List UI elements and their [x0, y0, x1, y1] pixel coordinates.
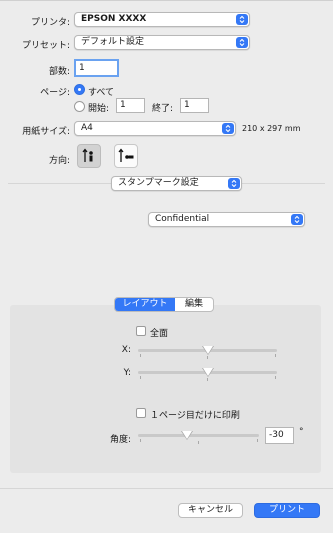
- landscape-person-icon: [118, 148, 134, 162]
- cancel-button[interactable]: キャンセル: [178, 503, 243, 518]
- slider-tick: [275, 376, 276, 379]
- orientation-landscape-button[interactable]: [114, 144, 138, 168]
- slider-tick: [275, 354, 276, 357]
- slider-tick: [140, 354, 141, 357]
- tab-edit[interactable]: 編集: [175, 298, 213, 311]
- y-slider-thumb[interactable]: [203, 368, 213, 376]
- pages-label: ページ:: [40, 88, 70, 98]
- slider-tick: [140, 439, 141, 442]
- printer-popup[interactable]: EPSON XXXX: [74, 12, 250, 27]
- chevron-updown-icon: [228, 178, 240, 189]
- slider-tick: [207, 378, 208, 381]
- print-button[interactable]: プリント: [254, 503, 320, 518]
- pages-all-label: すべて: [88, 88, 115, 98]
- paper-size-value: A4: [81, 123, 93, 133]
- pages-from-field[interactable]: 1: [116, 98, 145, 113]
- chevron-updown-icon: [222, 123, 234, 134]
- portrait-person-icon: [82, 148, 93, 162]
- slider-tick: [257, 439, 258, 442]
- first-page-only-checkbox[interactable]: [136, 408, 146, 418]
- paper-size-popup[interactable]: A4: [74, 121, 236, 136]
- tab-bar: レイアウト 編集: [114, 297, 214, 312]
- stamp-type-value: Confidential: [155, 214, 210, 224]
- printer-value: EPSON XXXX: [81, 14, 147, 24]
- pages-range-radio[interactable]: [74, 101, 85, 112]
- preset-label: プリセット:: [21, 41, 70, 51]
- stamp-type-popup[interactable]: Confidential: [148, 212, 305, 227]
- x-slider-label: X:: [121, 345, 131, 355]
- orientation-label: 方向:: [48, 156, 70, 166]
- pages-all-radio[interactable]: [74, 84, 85, 95]
- angle-slider-track[interactable]: [138, 434, 259, 437]
- pages-to-label: 終了:: [152, 104, 174, 114]
- window-top-edge: [0, 0, 333, 1]
- angle-unit: °: [299, 427, 304, 437]
- copies-field[interactable]: 1: [74, 59, 119, 77]
- angle-label: 角度:: [109, 435, 131, 445]
- preset-popup[interactable]: デフォルト設定: [74, 35, 250, 50]
- tab-layout[interactable]: レイアウト: [115, 298, 175, 311]
- pages-from-label: 開始:: [88, 104, 110, 114]
- paper-size-label: 用紙サイズ:: [22, 127, 70, 137]
- pages-to-field[interactable]: 1: [180, 98, 209, 113]
- orientation-portrait-button[interactable]: [77, 144, 101, 168]
- slider-tick: [207, 356, 208, 359]
- angle-field[interactable]: -30: [265, 427, 294, 444]
- slider-tick: [198, 441, 199, 444]
- y-slider-label: Y:: [123, 368, 131, 378]
- copies-label: 部数:: [48, 67, 70, 77]
- chevron-updown-icon: [236, 37, 248, 48]
- printer-label: プリンタ:: [30, 18, 70, 28]
- paper-size-dims: 210 x 297 mm: [242, 124, 301, 133]
- all-pages-label: 全面: [150, 329, 169, 339]
- chevron-updown-icon: [236, 14, 248, 25]
- preset-value: デフォルト設定: [81, 37, 145, 47]
- first-page-only-label: １ページ目だけに印刷: [150, 411, 240, 421]
- bottom-divider: [0, 488, 333, 489]
- slider-tick: [140, 376, 141, 379]
- section-popup-value: スタンプマーク設定: [118, 178, 199, 188]
- all-pages-checkbox[interactable]: [136, 326, 146, 336]
- x-slider-thumb[interactable]: [203, 346, 213, 354]
- section-popup[interactable]: スタンプマーク設定: [111, 176, 242, 191]
- chevron-updown-icon: [291, 214, 303, 225]
- angle-slider-thumb[interactable]: [182, 431, 192, 439]
